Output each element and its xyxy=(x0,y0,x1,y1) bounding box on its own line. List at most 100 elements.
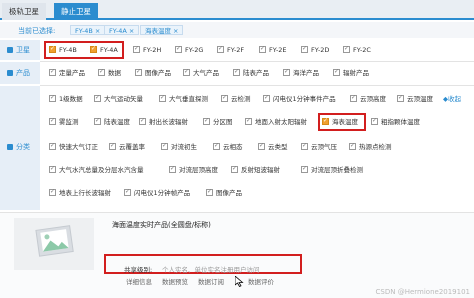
checkbox-cat-3-3[interactable]: 对流层顶折叠检测 xyxy=(301,164,363,175)
checkbox-icon[interactable] xyxy=(231,164,238,174)
checkbox-fy2g[interactable]: FY-2G xyxy=(175,44,203,55)
collapse-toggle[interactable]: ◆收起 xyxy=(443,94,461,104)
checkbox-icon[interactable] xyxy=(90,44,97,54)
checkbox-product-0[interactable]: 定量产品 xyxy=(49,67,85,78)
checkbox-cat-0-4[interactable]: 闪电仪1分钟事件产品 xyxy=(263,93,336,104)
selected-chip-fy4b[interactable]: FY-4B × xyxy=(70,25,106,35)
checkbox-cat-0-6[interactable]: 云顶温度 xyxy=(397,93,433,104)
checkbox-icon[interactable] xyxy=(183,67,190,77)
checkbox-product-6[interactable]: 辐射产品 xyxy=(333,67,369,78)
checkbox-icon[interactable] xyxy=(124,187,131,197)
tab-polar-orbit[interactable]: 极轨卫星 xyxy=(2,3,46,20)
checkbox-cat-0-5[interactable]: 云顶高度 xyxy=(350,93,386,104)
checkbox-icon[interactable] xyxy=(371,116,378,126)
checkbox-cat-2-3[interactable]: 云相态 xyxy=(213,141,243,152)
checkbox-icon[interactable] xyxy=(49,67,56,77)
checkbox-cat-0-3[interactable]: 云检测 xyxy=(221,93,251,104)
checkbox-icon[interactable] xyxy=(135,67,142,77)
checkbox-product-4[interactable]: 陆表产品 xyxy=(233,67,269,78)
product-thumbnail[interactable] xyxy=(14,218,94,270)
checkbox-icon[interactable] xyxy=(161,141,168,151)
checkbox-icon[interactable] xyxy=(49,116,56,126)
checkbox-icon[interactable] xyxy=(203,116,210,126)
product-title[interactable]: 海面温度实时产品(全圆盘/标称) xyxy=(112,220,211,230)
checkbox-icon[interactable] xyxy=(333,67,340,77)
checkbox-cat-2-6[interactable]: 热源点检测 xyxy=(349,141,392,152)
checkbox-cat-1-3[interactable]: 分区图 xyxy=(203,116,233,127)
checkbox-cat-2-4[interactable]: 云类型 xyxy=(258,141,288,152)
selected-chip-sst[interactable]: 海表温度 × xyxy=(140,25,184,35)
checkbox-icon[interactable] xyxy=(159,93,166,103)
checkbox-cat-1-0[interactable]: 雾监测 xyxy=(49,116,79,127)
checkbox-icon[interactable] xyxy=(259,44,266,54)
preview-link[interactable]: 数据预览 xyxy=(162,276,188,286)
checkbox-icon[interactable] xyxy=(213,141,220,151)
close-icon[interactable]: × xyxy=(95,27,100,35)
checkbox-icon[interactable] xyxy=(221,93,228,103)
checkbox-icon[interactable] xyxy=(94,116,101,126)
checkbox-cat-2-5[interactable]: 云顶气压 xyxy=(301,141,337,152)
checkbox-icon[interactable] xyxy=(217,44,224,54)
checkbox-fy2c[interactable]: FY-2C xyxy=(343,44,371,55)
checkbox-icon[interactable] xyxy=(263,93,270,103)
checkbox-product-2[interactable]: 图像产品 xyxy=(135,67,171,78)
checkbox-cat-1-4[interactable]: 地面入射太阳辐射 xyxy=(245,116,307,127)
checkbox-icon[interactable] xyxy=(283,67,290,77)
checkbox-fy2d[interactable]: FY-2D xyxy=(301,44,329,55)
checkbox-fy4a[interactable]: FY-4A xyxy=(90,44,118,55)
checkbox-icon[interactable] xyxy=(245,116,252,126)
checkbox-icon[interactable] xyxy=(109,141,116,151)
checkbox-icon[interactable] xyxy=(258,141,265,151)
subscribe-link[interactable]: 数据订阅 xyxy=(198,276,224,286)
checkbox-cat-0-2[interactable]: 大气垂直探测 xyxy=(159,93,208,104)
checkbox-icon[interactable] xyxy=(94,93,101,103)
rating-link[interactable]: 数据评价 xyxy=(248,276,274,286)
checkbox-cat-3-1[interactable]: 对流层顶高度 xyxy=(169,164,218,175)
checkbox-icon[interactable] xyxy=(175,44,182,54)
checkbox-icon[interactable] xyxy=(49,93,56,103)
checkbox-icon[interactable] xyxy=(98,67,105,77)
checkbox-cat-1-2[interactable]: 射出长波辐射 xyxy=(139,116,188,127)
checkbox-icon[interactable] xyxy=(343,44,350,54)
checkbox-cat-3-0[interactable]: 大气水汽总量及分层水汽含量 xyxy=(49,164,144,175)
selected-chip-fy4a[interactable]: FY-4A × xyxy=(104,25,140,35)
checkbox-icon[interactable] xyxy=(206,187,213,197)
checkbox-icon[interactable] xyxy=(397,93,404,103)
checkbox-cat-4-1[interactable]: 闪电仪1分钟帧产品 xyxy=(124,187,190,198)
checkbox-icon[interactable] xyxy=(322,116,329,126)
checkbox-cat-4-2[interactable]: 图像产品 xyxy=(206,187,242,198)
checkbox-cat-1-5[interactable]: 海表温度 xyxy=(322,116,358,127)
detail-link[interactable]: 详细信息 xyxy=(126,276,152,286)
checkbox-cat-1-6[interactable]: 粗指颗体温度 xyxy=(371,116,420,127)
checkbox-cat-0-1[interactable]: 大气运动矢量 xyxy=(94,93,143,104)
checkbox-icon[interactable] xyxy=(49,141,56,151)
checkbox-fy2f[interactable]: FY-2F xyxy=(217,44,244,55)
checkbox-cat-4-0[interactable]: 地表上行长波辐射 xyxy=(49,187,111,198)
checkbox-product-3[interactable]: 大气产品 xyxy=(183,67,219,78)
checkbox-icon[interactable] xyxy=(133,44,140,54)
checkbox-icon[interactable] xyxy=(139,116,146,126)
checkbox-icon[interactable] xyxy=(301,44,308,54)
checkbox-fy2e[interactable]: FY-2E xyxy=(259,44,287,55)
checkbox-cat-1-1[interactable]: 陆表温度 xyxy=(94,116,130,127)
checkbox-cat-0-0[interactable]: 1级数据 xyxy=(49,93,83,104)
checkbox-product-5[interactable]: 海洋产品 xyxy=(283,67,319,78)
checkbox-icon[interactable] xyxy=(349,141,356,151)
checkbox-cat-3-2[interactable]: 反射短波辐射 xyxy=(231,164,280,175)
checkbox-cat-2-1[interactable]: 云覆盖率 xyxy=(109,141,145,152)
checkbox-icon[interactable] xyxy=(350,93,357,103)
checkbox-fy2h[interactable]: FY-2H xyxy=(133,44,161,55)
checkbox-cat-2-0[interactable]: 快速大气订正 xyxy=(49,141,98,152)
checkbox-icon[interactable] xyxy=(49,187,56,197)
checkbox-icon[interactable] xyxy=(49,164,56,174)
checkbox-icon[interactable] xyxy=(169,164,176,174)
close-icon[interactable]: × xyxy=(173,27,178,35)
close-icon[interactable]: × xyxy=(129,27,134,35)
checkbox-product-1[interactable]: 数据 xyxy=(98,67,121,78)
checkbox-icon[interactable] xyxy=(301,164,308,174)
checkbox-cat-2-2[interactable]: 对流初生 xyxy=(161,141,197,152)
checkbox-icon[interactable] xyxy=(301,141,308,151)
tab-geostationary[interactable]: 静止卫星 xyxy=(54,3,98,20)
checkbox-icon[interactable] xyxy=(233,67,240,77)
checkbox-icon[interactable] xyxy=(49,44,56,54)
